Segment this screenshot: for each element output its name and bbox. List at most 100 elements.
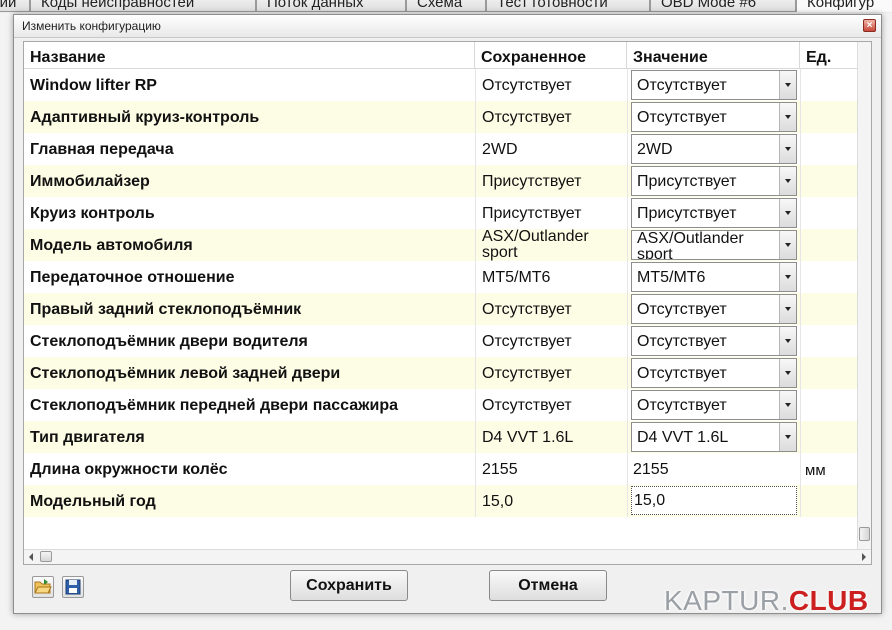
background-tab[interactable]: ции — [0, 0, 30, 12]
table-row[interactable]: Правый задний стеклоподъёмник Отсутствуе… — [24, 293, 858, 325]
dropdown-selected: Отсутствует — [637, 77, 727, 94]
chevron-down-icon[interactable] — [779, 199, 796, 227]
table-header: Название Сохраненное Значение Ед. — [24, 42, 858, 69]
dropdown-selected: MT5/MT6 — [637, 269, 706, 286]
value-dropdown[interactable]: Отсутствует — [631, 70, 797, 100]
value-edit-field[interactable]: 15,0 — [631, 486, 797, 515]
close-icon[interactable]: × — [863, 19, 876, 32]
column-header-name[interactable]: Название — [24, 42, 475, 69]
table-row[interactable]: Тип двигателя D4 VVT 1.6L D4 VVT 1.6L — [24, 421, 858, 453]
row-saved-value: MT5/MT6 — [475, 261, 627, 293]
save-file-button[interactable] — [62, 576, 84, 598]
config-table: Название Сохраненное Значение Ед. Window… — [23, 41, 872, 565]
column-header-saved[interactable]: Сохраненное — [475, 42, 627, 69]
value-dropdown[interactable]: Отсутствует — [631, 326, 797, 356]
row-unit — [800, 485, 858, 517]
value-dropdown[interactable]: D4 VVT 1.6L — [631, 422, 797, 452]
row-saved-value: D4 VVT 1.6L — [475, 421, 627, 453]
horizontal-scroll-thumb[interactable] — [40, 551, 52, 562]
value-dropdown[interactable]: ASX/Outlander sport — [631, 230, 797, 260]
row-name: Стеклоподъёмник передней двери пассажира — [30, 397, 399, 414]
column-header-unit[interactable]: Ед. — [800, 42, 858, 69]
row-name: Тип двигателя — [30, 429, 145, 446]
config-dialog: Изменить конфигурацию × Название Сохране… — [13, 14, 882, 614]
chevron-down-icon[interactable] — [779, 263, 796, 291]
background-tab[interactable]: Коды неисправностей — [30, 0, 256, 12]
row-name: Правый задний стеклоподъёмник — [30, 301, 302, 318]
chevron-down-icon[interactable] — [779, 231, 796, 259]
row-unit — [800, 229, 858, 261]
value-dropdown[interactable]: 2WD — [631, 134, 797, 164]
dropdown-selected: Отсутствует — [637, 365, 727, 382]
vertical-scroll-thumb[interactable] — [859, 527, 870, 541]
row-unit: мм — [800, 453, 858, 485]
row-saved-value: Отсутствует — [475, 101, 627, 133]
floppy-disk-icon — [65, 579, 81, 595]
background-tab-active[interactable]: Конфигур — [796, 0, 892, 12]
value-dropdown[interactable]: Отсутствует — [631, 294, 797, 324]
background-tab[interactable]: Тест готовности — [486, 0, 650, 12]
save-button[interactable]: Сохранить — [290, 570, 408, 601]
row-unit — [800, 421, 858, 453]
chevron-down-icon[interactable] — [779, 71, 796, 99]
chevron-down-icon[interactable] — [779, 135, 796, 163]
chevron-down-icon[interactable] — [779, 167, 796, 195]
table-row[interactable]: Модельный год 15,0 15,0 — [24, 485, 858, 517]
row-name: Круиз контроль — [30, 205, 155, 222]
row-unit — [800, 133, 858, 165]
row-unit — [800, 293, 858, 325]
scroll-left-icon[interactable] — [29, 553, 33, 561]
chevron-down-icon[interactable] — [779, 423, 796, 451]
value-field[interactable]: 2155 — [631, 454, 800, 479]
table-row[interactable]: Стеклоподъёмник левой задней двери Отсут… — [24, 357, 858, 389]
vertical-scrollbar[interactable] — [857, 42, 871, 550]
row-name: Адаптивный круиз-контроль — [30, 109, 260, 126]
row-name: Стеклоподъёмник двери водителя — [30, 333, 308, 350]
table-row[interactable]: Стеклоподъёмник передней двери пассажира… — [24, 389, 858, 421]
column-header-value[interactable]: Значение — [627, 42, 800, 69]
value-dropdown[interactable]: Отсутствует — [631, 390, 797, 420]
row-unit — [800, 165, 858, 197]
table-row[interactable]: Адаптивный круиз-контроль Отсутствует От… — [24, 101, 858, 133]
dropdown-selected: Присутствует — [637, 173, 737, 190]
open-file-button[interactable] — [32, 576, 54, 598]
table-row[interactable]: Главная передача 2WD 2WD — [24, 133, 858, 165]
value-dropdown[interactable]: Присутствует — [631, 166, 797, 196]
scroll-right-icon[interactable] — [862, 553, 866, 561]
table-row[interactable]: Передаточное отношение MT5/MT6 MT5/MT6 — [24, 261, 858, 293]
value-dropdown[interactable]: Присутствует — [631, 198, 797, 228]
table-row[interactable]: Иммобилайзер Присутствует Присутствует — [24, 165, 858, 197]
background-tab[interactable]: Поток данных — [256, 0, 406, 12]
background-tab[interactable]: OBD Mode #6 — [650, 0, 796, 12]
cancel-button[interactable]: Отмена — [489, 570, 607, 601]
row-name: Модель автомобиля — [30, 237, 193, 254]
row-saved-value: Отсутствует — [475, 357, 627, 389]
row-unit — [800, 101, 858, 133]
value-dropdown[interactable]: Отсутствует — [631, 102, 797, 132]
value-dropdown[interactable]: MT5/MT6 — [631, 262, 797, 292]
table-row[interactable]: Модель автомобиля ASX/Outlander sport AS… — [24, 229, 858, 261]
dropdown-selected: ASX/Outlander sport — [637, 231, 744, 259]
row-unit — [800, 69, 858, 101]
table-row[interactable]: Стеклоподъёмник двери водителя Отсутству… — [24, 325, 858, 357]
dropdown-selected: Отсутствует — [637, 109, 727, 126]
chevron-down-icon[interactable] — [779, 327, 796, 355]
chevron-down-icon[interactable] — [779, 359, 796, 387]
row-unit — [800, 261, 858, 293]
table-row[interactable]: Круиз контроль Присутствует Присутствует — [24, 197, 858, 229]
row-name: Иммобилайзер — [30, 173, 150, 190]
chevron-down-icon[interactable] — [779, 295, 796, 323]
chevron-down-icon[interactable] — [779, 391, 796, 419]
row-name: Window lifter RP — [30, 77, 157, 94]
chevron-down-icon[interactable] — [779, 103, 796, 131]
row-unit — [800, 325, 858, 357]
value-dropdown[interactable]: Отсутствует — [631, 358, 797, 388]
background-tab[interactable]: Схема — [406, 0, 486, 12]
horizontal-scrollbar[interactable] — [24, 549, 871, 564]
row-saved-value: 15,0 — [475, 485, 627, 517]
table-row[interactable]: Длина окружности колёс 2155 2155 мм — [24, 453, 858, 485]
folder-open-icon — [34, 579, 52, 594]
dropdown-selected: 2WD — [637, 141, 673, 158]
row-saved-value: 2155 — [475, 453, 627, 485]
table-row[interactable]: Window lifter RP Отсутствует Отсутствует — [24, 69, 858, 101]
